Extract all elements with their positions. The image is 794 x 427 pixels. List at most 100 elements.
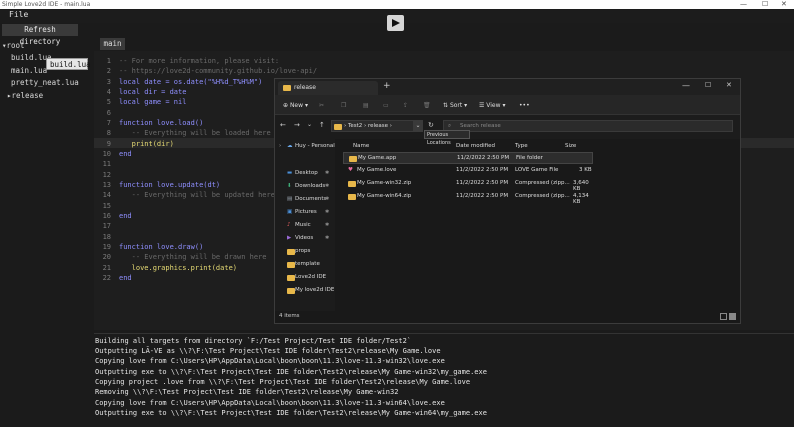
file-row[interactable]: My Game.app 11/2/2022 2:50 PM File folde… [343,152,593,164]
explorer-title-bar: release + — ☐ ✕ [275,79,740,95]
sort-button[interactable]: ⇅ Sort ▾ [443,102,467,109]
rename-icon[interactable]: ▭ [383,102,389,109]
music-icon: ♪ [287,222,291,228]
search-input[interactable]: ⌕ Search release [443,120,733,132]
desktop-icon: ▬ [287,170,293,176]
file-row[interactable]: My Game-win64.zip 11/2/2022 2:50 PM Comp… [343,191,593,205]
documents-icon: ▤ [287,196,293,202]
file-row[interactable]: My Game-win32.zip 11/2/2022 2:50 PM Comp… [343,178,593,192]
code-line: end [119,150,132,158]
cut-icon[interactable]: ✂ [319,102,324,109]
code-line: -- https://love2d-community.github.io/lo… [119,67,318,75]
play-icon [392,19,400,27]
nav-item-documents[interactable]: Documents [295,196,326,202]
maximize-icon[interactable]: ☐ [762,0,768,9]
line-number: 21 [102,264,111,272]
column-size[interactable]: Size [565,143,576,149]
nav-item-template[interactable]: template [295,261,320,267]
close-icon[interactable]: ✕ [781,0,787,9]
maximize-icon[interactable]: ☐ [705,81,711,89]
nav-item-props[interactable]: props [295,248,310,254]
tree-root[interactable]: ▾root [2,41,25,50]
refresh-icon[interactable]: ↻ [428,121,434,129]
details-view-icon[interactable] [720,313,727,320]
tree-item-release[interactable]: ▸release [7,91,43,100]
nav-item-music[interactable]: Music [295,222,311,228]
back-icon[interactable]: ← [280,121,286,129]
copy-icon[interactable]: ❐ [341,102,346,109]
close-icon[interactable]: ✕ [726,81,732,89]
nav-item-love2d-ide[interactable]: Love2d IDE [295,274,326,280]
output-line: Outputting LÃ-VE as \\?\F:\Test Project\… [95,347,441,355]
file-type: Compressed (zipp... [515,193,570,199]
address-bar[interactable]: › Test2 › release › [331,120,423,132]
nav-item-personal[interactable]: Huy - Personal [295,143,335,149]
line-number: 15 [102,202,111,210]
line-number: 14 [102,191,111,199]
output-line: Building all targets from directory `F:/… [95,337,412,345]
previous-locations-button[interactable]: ⌄ [413,120,423,132]
pin-icon: ✱ [325,222,330,228]
file-name: My Game.app [358,155,397,161]
nav-item-pictures[interactable]: Pictures [295,209,317,215]
refresh-directory-button[interactable]: Refresh directory [2,24,78,46]
file-type: File folder [516,155,543,161]
delete-icon[interactable]: 🗑 [423,102,431,109]
recent-icon[interactable]: ⌄ [307,121,312,128]
nav-item-videos[interactable]: Videos [295,235,313,241]
line-number: 20 [102,253,111,261]
code-line: function love.update(dt) [119,181,221,189]
paste-icon[interactable]: ▤ [363,102,369,109]
line-number: 22 [102,274,111,282]
tiles-view-icon[interactable] [729,313,736,320]
nav-item-desktop[interactable]: Desktop [295,170,318,176]
line-number: 18 [102,233,111,241]
menu-file[interactable]: File [9,10,28,19]
file-date: 11/2/2022 2:50 PM [457,155,510,161]
nav-item-downloads[interactable]: Downloads [295,183,325,189]
line-number: 8 [106,129,111,137]
new-button[interactable]: ⊕ New ▾ [283,102,308,109]
breadcrumb-release[interactable]: release [368,123,388,129]
tab-main[interactable]: main [100,38,125,50]
minimize-icon[interactable]: — [740,0,747,9]
pin-icon: ✱ [325,196,330,202]
output-line: Removing \\?\F:\Test Project\Test IDE fo… [95,388,399,396]
zip-folder-icon [348,181,356,187]
share-icon[interactable]: ⇪ [403,102,408,109]
forward-icon[interactable]: → [294,121,300,129]
breadcrumb-test2[interactable]: Test2 [348,123,362,129]
line-number: 17 [102,222,111,230]
nav-item-my-love2d-ide[interactable]: My love2d IDE [295,287,334,293]
expand-icon[interactable]: › [279,143,281,149]
downloads-icon: ⬇ [287,183,292,189]
file-tooltip: build.lua [46,58,91,70]
code-line: -- Everything will be updated here [119,191,275,199]
pin-icon: ✱ [325,183,330,189]
column-date-modified[interactable]: Date modified [456,143,495,149]
tree-item-pretty-neat[interactable]: pretty_neat.lua [11,78,79,87]
more-icon[interactable]: ••• [519,102,530,109]
line-number: 11 [102,160,111,168]
file-name: My Game.love [357,167,397,173]
file-date: 11/2/2022 2:50 PM [456,180,509,186]
up-icon[interactable]: ↑ [319,121,325,129]
column-name[interactable]: Name [353,143,369,149]
column-type[interactable]: Type [515,143,528,149]
line-number: 10 [102,150,111,158]
line-number: 13 [102,181,111,189]
minimize-icon[interactable]: — [682,81,690,90]
explorer-tab[interactable]: release [278,81,378,95]
folder-icon [287,275,295,281]
file-date: 11/2/2022 2:50 PM [456,167,509,173]
pin-icon: ✱ [325,235,330,241]
new-tab-icon[interactable]: + [383,81,391,91]
cloud-icon: ☁ [287,143,293,149]
tree-item-main[interactable]: main.lua [11,66,47,75]
pin-icon: ✱ [325,170,330,176]
file-type: Compressed (zipp... [515,180,570,186]
view-button[interactable]: ☰ View ▾ [479,102,505,109]
file-row[interactable]: ♥ My Game.love 11/2/2022 2:50 PM LOVE Ga… [343,165,593,177]
file-size: 4,134 KB [573,193,589,205]
run-button[interactable] [387,15,404,31]
